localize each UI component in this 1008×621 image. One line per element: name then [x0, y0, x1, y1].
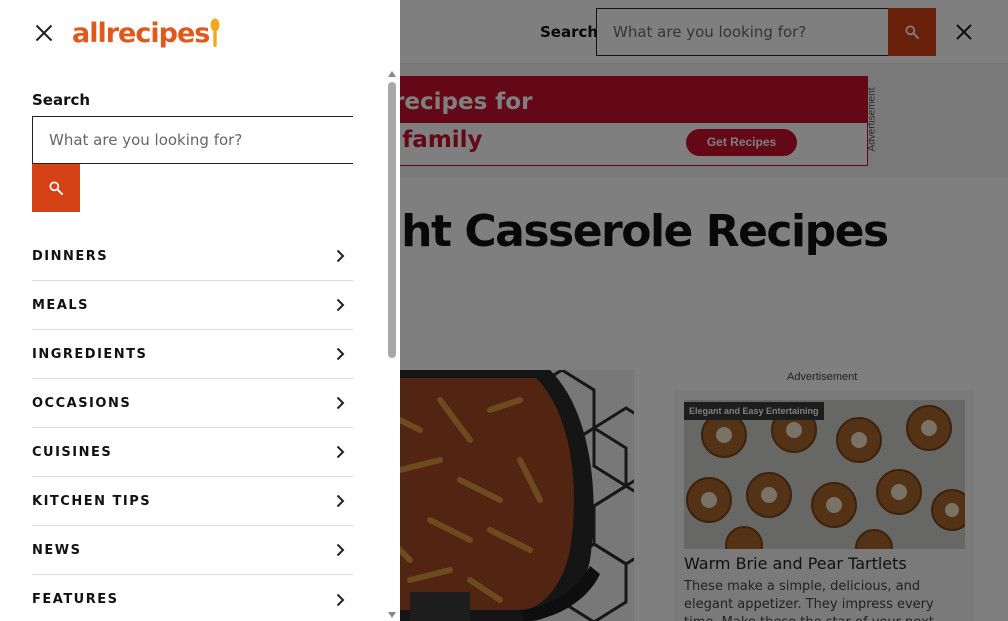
search-button[interactable] [32, 164, 80, 212]
nav-item-label: KITCHEN TIPS [32, 493, 152, 509]
chevron-right-icon [333, 347, 347, 361]
nav-item-cuisines[interactable]: CUISINES [32, 428, 353, 477]
nav-item-ingredients[interactable]: INGREDIENTS [32, 330, 353, 379]
chevron-right-icon [333, 494, 347, 508]
nav-item-label: FEATURES [32, 592, 119, 607]
close-icon [35, 24, 53, 42]
scroll-down-arrow-icon[interactable] [386, 609, 398, 621]
drawer-nav: DINNERS MEALS INGREDIENTS OCCASIONS CUIS… [32, 232, 353, 621]
chevron-right-icon [333, 445, 347, 459]
scrollbar-thumb[interactable] [388, 82, 396, 358]
search-icon [49, 181, 63, 195]
allrecipes-logo[interactable]: allrecipes [72, 18, 220, 52]
chevron-right-icon [333, 593, 347, 607]
chevron-right-icon [333, 298, 347, 312]
drawer-scrollbar[interactable] [386, 68, 398, 621]
nav-item-dinners[interactable]: DINNERS [32, 232, 353, 281]
nav-item-label: INGREDIENTS [32, 346, 148, 362]
chevron-right-icon [333, 396, 347, 410]
search-input[interactable] [32, 116, 353, 164]
nav-item-label: OCCASIONS [32, 395, 132, 411]
nav-drawer: allrecipes Search DINNERS MEALS INGREDIE… [0, 0, 400, 621]
chevron-right-icon [333, 249, 347, 263]
spoon-icon [210, 18, 220, 47]
logo-text: allrecipes [72, 18, 210, 49]
nav-item-label: CUISINES [32, 444, 113, 460]
nav-item-kitchen-tips[interactable]: KITCHEN TIPS [32, 477, 353, 526]
nav-item-news[interactable]: NEWS [32, 526, 353, 575]
chevron-right-icon [333, 543, 347, 557]
nav-item-occasions[interactable]: OCCASIONS [32, 379, 353, 428]
nav-item-label: DINNERS [32, 248, 109, 264]
nav-item-label: NEWS [32, 542, 82, 558]
nav-item-features[interactable]: FEATURES [32, 575, 353, 621]
search-label: Search [32, 91, 91, 109]
scroll-up-arrow-icon[interactable] [386, 68, 398, 80]
drawer-close-button[interactable] [31, 20, 57, 46]
nav-item-label: MEALS [32, 297, 90, 313]
nav-item-meals[interactable]: MEALS [32, 281, 353, 330]
